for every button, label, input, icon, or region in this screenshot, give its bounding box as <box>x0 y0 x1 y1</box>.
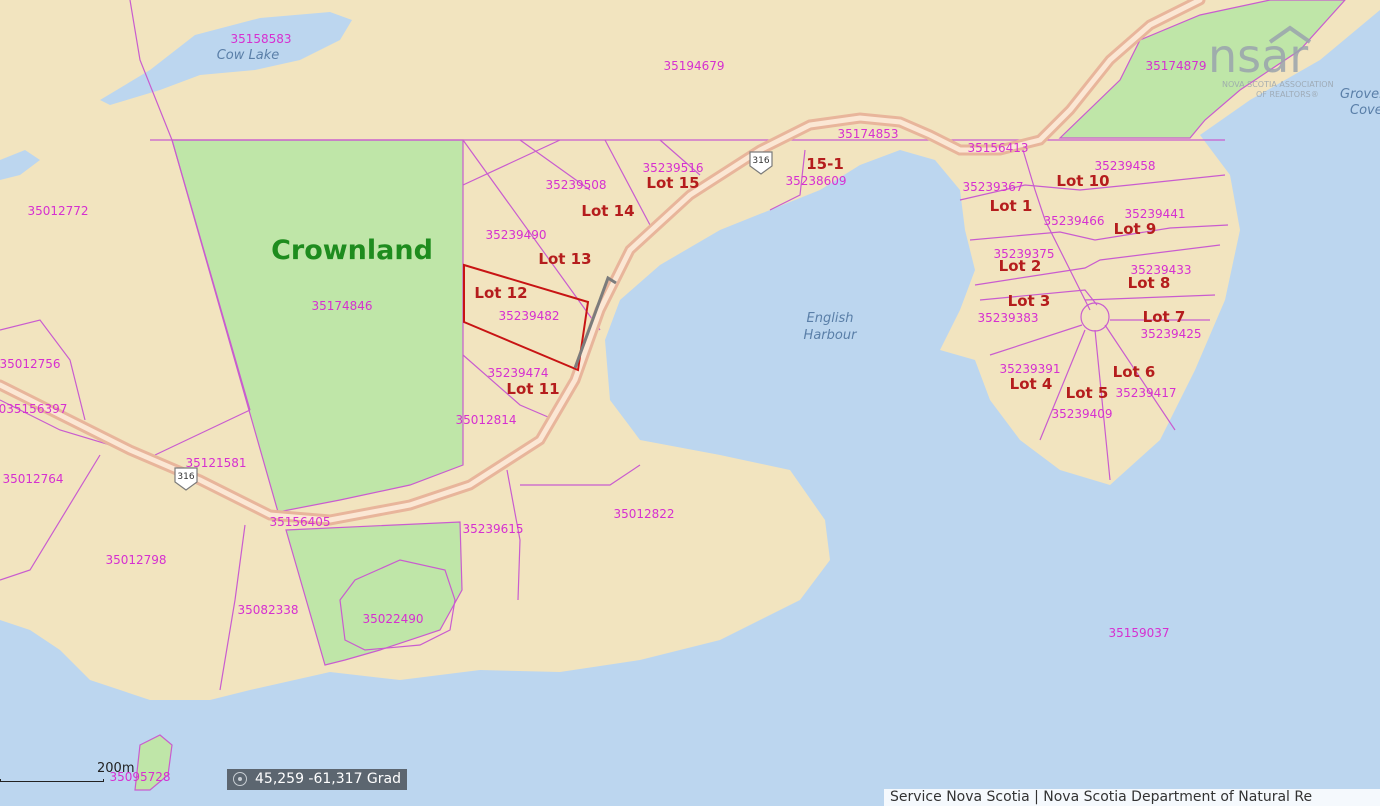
parcel-id[interactable]: 035156397 <box>0 402 67 416</box>
map-attribution: Service Nova Scotia | Nova Scotia Depart… <box>884 789 1380 806</box>
lot-label[interactable]: Lot 5 <box>1066 384 1109 402</box>
parcel-id[interactable]: 35239383 <box>977 311 1038 325</box>
parcel-id[interactable]: 35239482 <box>498 309 559 323</box>
route-shield-text-west: 316 <box>177 472 194 482</box>
parcel-id[interactable]: 35239516 <box>642 161 703 175</box>
parcel-id[interactable]: 35194679 <box>663 59 724 73</box>
parcel-id[interactable]: 35159037 <box>1108 626 1169 640</box>
lot-label[interactable]: Lot 13 <box>538 250 591 268</box>
cow-lake-label: Cow Lake <box>217 48 280 63</box>
lot-label[interactable]: Lot 15 <box>646 174 699 192</box>
route-shield-text-north: 316 <box>752 156 769 166</box>
crosshair-icon[interactable] <box>233 772 247 786</box>
grove-cove-label-line1: Grovel <box>1340 87 1380 102</box>
parcel-id[interactable]: 35239441 <box>1124 207 1185 221</box>
lot-label[interactable]: Lot 9 <box>1114 220 1157 238</box>
lot-label[interactable]: Lot 1 <box>990 197 1033 215</box>
lot-label[interactable]: Lot 10 <box>1056 172 1109 190</box>
lot-label[interactable]: Lot 6 <box>1113 363 1156 381</box>
lot-label[interactable]: Lot 11 <box>506 380 559 398</box>
parcel-id[interactable]: 35082338 <box>237 603 298 617</box>
parcel-id[interactable]: 35239409 <box>1051 407 1112 421</box>
english-harbour-label-line2: Harbour <box>804 328 859 343</box>
parcel-id[interactable]: 35239615 <box>462 522 523 536</box>
parcel-id[interactable]: 35239490 <box>485 228 546 242</box>
parcel-id[interactable]: 35239367 <box>962 180 1023 194</box>
scale-label: 200m <box>97 761 135 776</box>
parcel-id[interactable]: 35239466 <box>1043 214 1104 228</box>
parcel-id[interactable]: 35239474 <box>487 366 548 380</box>
parcel-id[interactable]: 35012772 <box>27 204 88 218</box>
lot-label[interactable]: Lot 4 <box>1010 375 1053 393</box>
parcel-id[interactable]: 35022490 <box>362 612 423 626</box>
parcel-id[interactable]: 35239425 <box>1140 327 1201 341</box>
parcel-map[interactable]: 316 316 Cow Lake English Harbour Grovel … <box>0 0 1380 806</box>
parcel-id[interactable]: 35012798 <box>105 553 166 567</box>
crownland-label: Crownland <box>271 235 433 266</box>
lot-label[interactable]: Lot 3 <box>1008 292 1051 310</box>
lot-label[interactable]: 15-1 <box>806 155 844 173</box>
nsar-logo-subtitle-2: OF REALTORS® <box>1256 90 1319 99</box>
lot-label[interactable]: Lot 8 <box>1128 274 1171 292</box>
parcel-id[interactable]: 35174853 <box>837 127 898 141</box>
parcel-id[interactable]: 35012814 <box>455 413 516 427</box>
coordinate-readout[interactable]: 45,259 -61,317 Grad <box>227 769 407 790</box>
parcel-id[interactable]: 35012764 <box>2 472 63 486</box>
parcel-id[interactable]: 35012756 <box>0 357 61 371</box>
nsar-logo-text: nsar <box>1208 29 1308 83</box>
english-harbour-label-line1: English <box>807 311 854 326</box>
lot-label[interactable]: Lot 2 <box>999 257 1042 275</box>
parcel-id[interactable]: 35238609 <box>785 174 846 188</box>
grove-cove-label-line2: Cove <box>1350 103 1380 118</box>
parcel-id[interactable]: 35239458 <box>1094 159 1155 173</box>
scale-bar <box>0 779 104 782</box>
parcel-id[interactable]: 35158583 <box>230 32 291 46</box>
coordinate-text: 45,259 -61,317 Grad <box>255 771 401 787</box>
nsar-logo-subtitle-1: NOVA SCOTIA ASSOCIATION <box>1222 80 1334 89</box>
lot-label[interactable]: Lot 14 <box>581 202 634 220</box>
lot-label-selected[interactable]: Lot 12 <box>474 284 527 302</box>
parcel-id[interactable]: 35012822 <box>613 507 674 521</box>
parcel-id[interactable]: 35156405 <box>269 515 330 529</box>
lot-label[interactable]: Lot 7 <box>1143 308 1186 326</box>
parcel-id[interactable]: 35121581 <box>185 456 246 470</box>
parcel-id[interactable]: 35239508 <box>545 178 606 192</box>
parcel-id[interactable]: 35239417 <box>1115 386 1176 400</box>
parcel-id[interactable]: 35239391 <box>999 362 1060 376</box>
parcel-id[interactable]: 35174846 <box>311 299 372 313</box>
parcel-id[interactable]: 35174879 <box>1145 59 1206 73</box>
parcel-id[interactable]: 35156413 <box>967 141 1028 155</box>
